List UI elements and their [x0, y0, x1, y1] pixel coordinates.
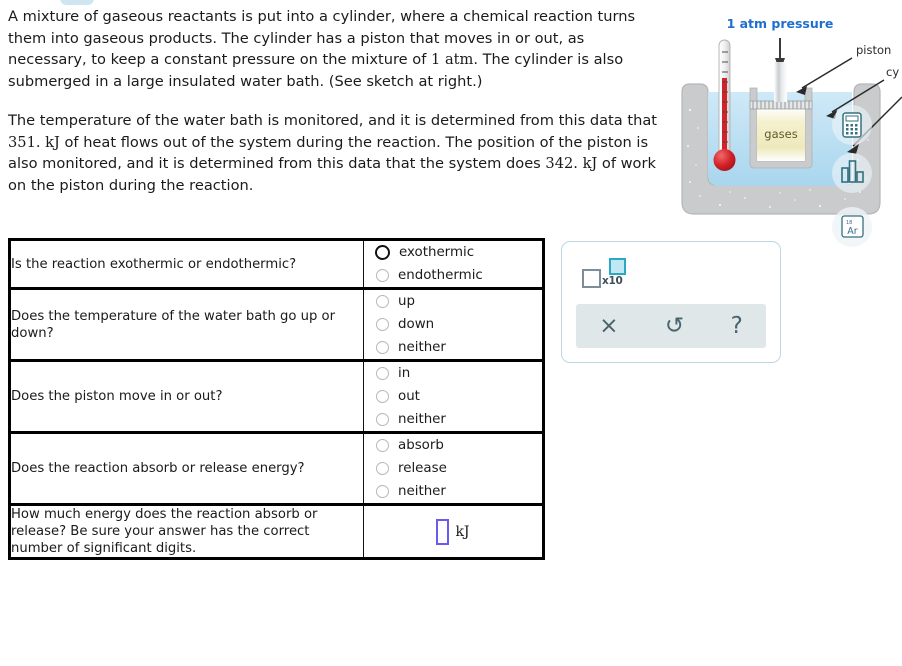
top-partial-pill [60, 0, 94, 5]
option-neither[interactable]: neither [364, 480, 542, 503]
problem-statement: A mixture of gaseous reactants is put in… [8, 6, 658, 196]
scientific-notation-button[interactable]: x10 [582, 258, 626, 288]
option-down[interactable]: down [364, 313, 542, 336]
question-cell: Does the temperature of the water bath g… [9, 287, 364, 361]
option-neither[interactable]: neither [364, 336, 542, 359]
option-label: up [398, 294, 415, 309]
option-in[interactable]: in [364, 362, 542, 385]
radio-icon[interactable] [376, 413, 389, 426]
gases-label: gases [764, 127, 797, 141]
radio-icon[interactable] [376, 485, 389, 498]
data-tool[interactable] [832, 153, 872, 193]
statement-paragraph-1: A mixture of gaseous reactants is put in… [8, 6, 658, 92]
help-icon[interactable]: ? [731, 314, 743, 338]
calculator-tool[interactable] [832, 105, 872, 145]
heat-unit: kJ [45, 133, 60, 151]
pressure-value: 1 [431, 51, 441, 68]
question-cell: Is the reaction exothermic or endothermi… [9, 239, 364, 289]
option-label: endothermic [398, 268, 483, 283]
table-row: How much energy does the reaction absorb… [9, 503, 544, 559]
exponent-box-icon [609, 258, 626, 275]
energy-input[interactable] [436, 518, 450, 545]
option-label: neither [398, 340, 446, 355]
periodic-symbol: Ar [847, 226, 857, 237]
statement-p2-text-a: The temperature of the water bath is mon… [8, 112, 657, 129]
option-label: absorb [398, 438, 444, 453]
heat-value: 351. [8, 133, 41, 151]
question-cell: Does the reaction absorb or release ener… [9, 431, 364, 505]
option-endothermic[interactable]: endothermic [364, 264, 542, 287]
options-cell: in out neither [363, 359, 544, 433]
option-absorb[interactable]: absorb [364, 434, 542, 457]
radio-icon[interactable] [376, 462, 389, 475]
cylinder-label: cy [886, 65, 899, 79]
option-neither[interactable]: neither [364, 408, 542, 431]
option-exothermic[interactable]: exothermic [364, 241, 542, 264]
radio-icon[interactable] [376, 367, 389, 380]
table-row: Does the reaction absorb or release ener… [9, 431, 544, 505]
answer-toolbar-panel: x10 × ↺ ? [561, 241, 781, 363]
options-cell: exothermic endothermic [363, 239, 544, 289]
piston-label: piston [856, 43, 891, 57]
toolbar-actions: × ↺ ? [576, 304, 766, 348]
pressure-label: 1 atm pressure [727, 16, 834, 31]
work-value: 342. [545, 155, 578, 172]
option-label: down [398, 317, 435, 332]
option-release[interactable]: release [364, 457, 542, 480]
option-label: release [398, 461, 447, 476]
option-label: out [398, 389, 420, 404]
clear-icon[interactable]: × [599, 314, 618, 338]
energy-answer-cell: kJ [363, 503, 544, 559]
option-up[interactable]: up [364, 290, 542, 313]
radio-icon[interactable] [376, 390, 389, 403]
table-row: Does the temperature of the water bath g… [9, 287, 544, 361]
radio-icon[interactable] [376, 269, 389, 282]
periodic-table-tool[interactable]: 18 Ar [832, 207, 872, 247]
undo-icon[interactable]: ↺ [665, 314, 684, 338]
cylinder: gases [749, 62, 813, 169]
options-cell: up down neither [363, 287, 544, 361]
apparatus-sketch: 1 atm pressure gases piston cy 18 Ar [660, 0, 902, 250]
radio-icon[interactable] [376, 295, 389, 308]
option-label: neither [398, 412, 446, 427]
option-out[interactable]: out [364, 385, 542, 408]
option-label: in [398, 366, 411, 381]
pressure-unit: atm [444, 51, 474, 68]
sci-notation-label: x10 [602, 275, 623, 287]
radio-icon[interactable] [376, 318, 389, 331]
radio-icon[interactable] [376, 341, 389, 354]
question-cell: Does the piston move in or out? [9, 359, 364, 433]
radio-icon[interactable] [376, 439, 389, 452]
energy-unit: kJ [455, 523, 470, 540]
answer-table-body: Is the reaction exothermic or endothermi… [9, 239, 544, 559]
question-cell: How much energy does the reaction absorb… [9, 503, 364, 559]
table-row: Does the piston move in or out? in out n… [9, 359, 544, 433]
table-row: Is the reaction exothermic or endothermi… [9, 239, 544, 289]
answer-table: Is the reaction exothermic or endothermi… [8, 238, 545, 560]
options-cell: absorb release neither [363, 431, 544, 505]
radio-icon[interactable] [375, 245, 390, 260]
mantissa-box-icon [582, 269, 601, 288]
work-unit: kJ [582, 155, 598, 172]
statement-paragraph-2: The temperature of the water bath is mon… [8, 110, 658, 196]
option-label: neither [398, 484, 446, 499]
option-label: exothermic [399, 245, 475, 260]
